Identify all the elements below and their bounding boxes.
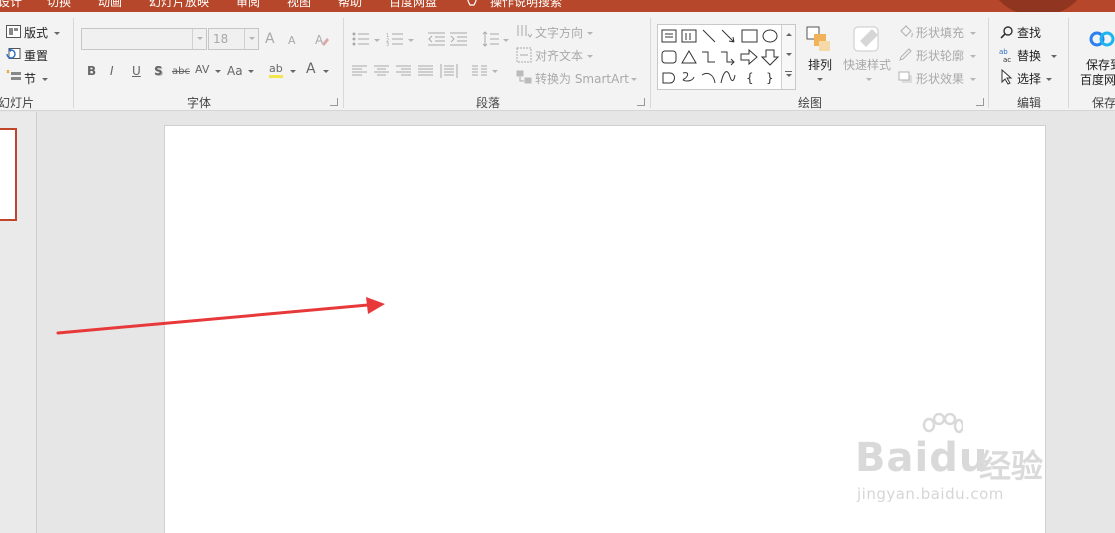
- annotation-arrow-head: [366, 297, 385, 314]
- watermark-jingyan: 经验: [979, 447, 1044, 485]
- watermark-brand: Baidu: [855, 435, 989, 481]
- annotation-arrow-shaft: [56, 303, 370, 335]
- watermark-url: jingyan.baidu.com: [857, 485, 1004, 503]
- baidu-jingyan-watermark: Baidu 经验 jingyan.baidu.com: [855, 413, 1060, 513]
